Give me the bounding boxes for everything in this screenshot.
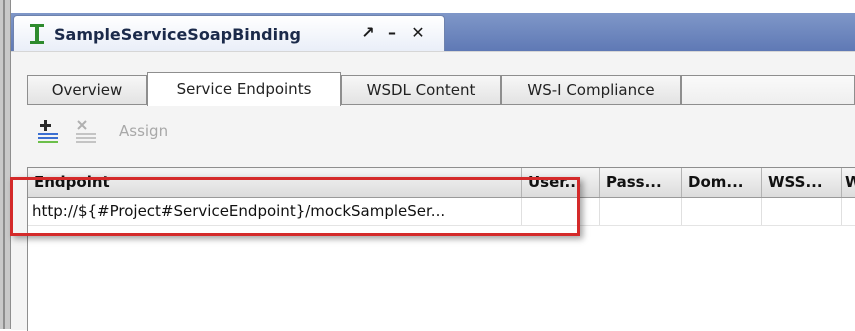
endpoint-cell[interactable]: http://${#Project#ServiceEndpoint}/mockS…	[28, 198, 522, 225]
tab-service-endpoints[interactable]: Service Endpoints	[147, 72, 341, 106]
column-header-endpoint[interactable]: Endpoint	[28, 168, 522, 197]
endpoints-toolbar: Assign	[27, 112, 855, 152]
add-endpoint-icon[interactable]	[35, 118, 61, 144]
extra-cell[interactable]	[842, 198, 855, 225]
window-title: SampleServiceSoapBinding	[54, 25, 301, 44]
editor-panel: SampleServiceSoapBinding ↗ – ✕ Overview …	[11, 7, 855, 331]
minimize-icon[interactable]: –	[382, 22, 402, 44]
domain-cell[interactable]	[682, 198, 762, 225]
editor-tabs: Overview Service Endpoints WSDL Content …	[27, 69, 855, 106]
table-header: Endpoint User... Pass... Dom... WSS... W	[28, 168, 855, 198]
window-tab[interactable]: SampleServiceSoapBinding ↗ – ✕	[13, 15, 445, 52]
column-header-truncated[interactable]: W	[842, 168, 855, 197]
tab-ws-i-compliance[interactable]: WS-I Compliance	[501, 75, 681, 105]
column-header-username[interactable]: User...	[522, 168, 600, 197]
column-header-domain[interactable]: Dom...	[682, 168, 762, 197]
tab-overview[interactable]: Overview	[27, 75, 147, 105]
close-icon[interactable]: ✕	[408, 22, 428, 44]
restore-icon[interactable]: ↗	[358, 22, 378, 44]
password-cell[interactable]	[600, 198, 682, 225]
wss-cell[interactable]	[762, 198, 842, 225]
column-header-password[interactable]: Pass...	[600, 168, 682, 197]
editor-area: Overview Service Endpoints WSDL Content …	[11, 51, 855, 331]
soap-interface-icon	[30, 24, 44, 44]
username-cell[interactable]	[522, 198, 600, 225]
window-left-border	[0, 0, 11, 329]
assign-button[interactable]: Assign	[119, 122, 168, 140]
endpoints-table: Endpoint User... Pass... Dom... WSS... W…	[27, 167, 855, 331]
column-header-wss[interactable]: WSS...	[762, 168, 842, 197]
tab-strip-filler	[681, 75, 855, 105]
tab-wsdl-content[interactable]: WSDL Content	[341, 75, 501, 105]
table-row[interactable]: http://${#Project#ServiceEndpoint}/mockS…	[28, 198, 855, 226]
delete-endpoint-icon[interactable]	[73, 118, 99, 144]
